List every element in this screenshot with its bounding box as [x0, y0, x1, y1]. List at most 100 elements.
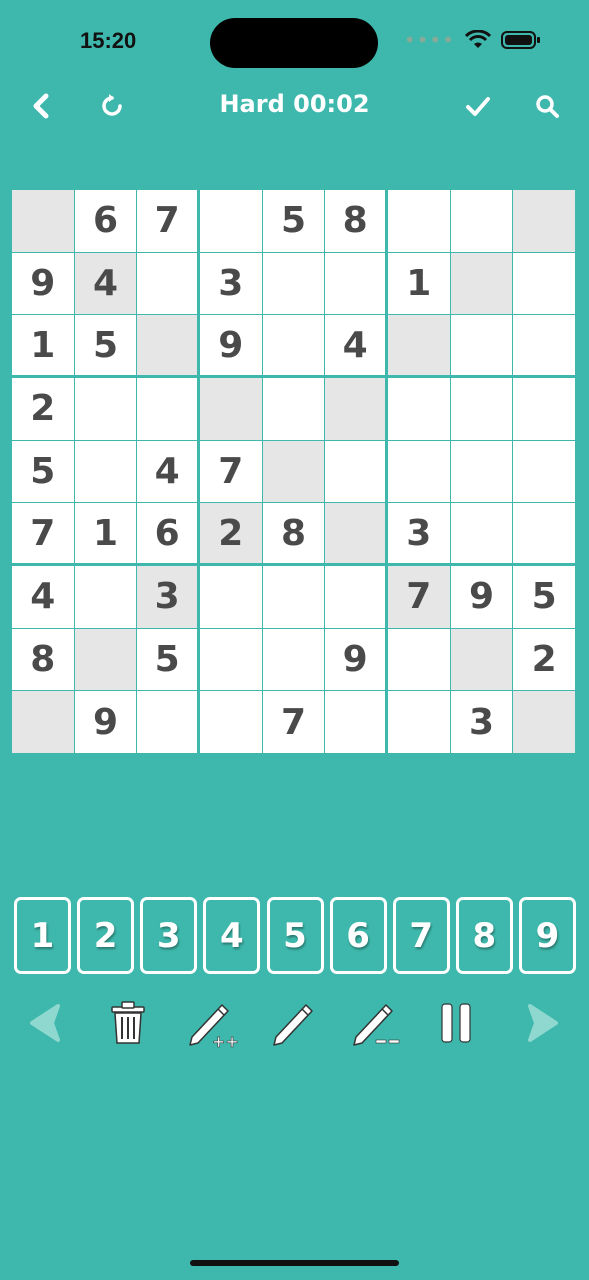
board-cell[interactable]: 4	[325, 315, 388, 378]
pause-button[interactable]	[426, 995, 486, 1051]
board-cell[interactable]	[450, 503, 514, 566]
number-key[interactable]: 1	[14, 897, 71, 974]
undo-button[interactable]	[20, 995, 80, 1051]
board-cell[interactable]	[200, 691, 263, 754]
board-cell[interactable]	[325, 252, 388, 316]
board-cell[interactable]: 9	[74, 691, 138, 754]
board-cell[interactable]	[325, 566, 388, 629]
board-cell[interactable]	[388, 628, 451, 692]
board-cell[interactable]	[325, 378, 388, 441]
signal-dots-icon: ••••	[403, 28, 455, 52]
board-cell[interactable]	[200, 566, 263, 629]
board-cell[interactable]	[74, 378, 138, 441]
board-cell[interactable]	[12, 691, 75, 754]
board-cell[interactable]: 8	[262, 503, 326, 566]
board-cell[interactable]: 3	[388, 503, 451, 566]
board-cell[interactable]	[450, 440, 514, 504]
board-cell[interactable]: 9	[12, 252, 75, 316]
board-cell[interactable]: 7	[12, 503, 75, 566]
number-key[interactable]: 6	[329, 897, 387, 974]
board-cell[interactable]	[513, 252, 576, 316]
board-cell[interactable]	[262, 315, 326, 378]
board-cell[interactable]	[450, 628, 514, 692]
board-cell[interactable]	[325, 503, 388, 566]
board-cell[interactable]	[513, 691, 576, 754]
board-cell[interactable]: 1	[74, 503, 138, 566]
number-key[interactable]: 5	[266, 897, 324, 974]
note-clear-button[interactable]	[346, 995, 406, 1051]
board-cell[interactable]: 7	[262, 691, 326, 754]
board-cell[interactable]	[388, 190, 451, 253]
board-cell[interactable]: 5	[137, 628, 200, 692]
board-cell[interactable]	[450, 315, 514, 378]
board-cell[interactable]	[513, 315, 576, 378]
board-cell[interactable]	[388, 315, 451, 378]
board-cell[interactable]	[325, 691, 388, 754]
board-cell[interactable]	[74, 628, 138, 692]
board-cell[interactable]	[262, 566, 326, 629]
board-cell[interactable]: 5	[262, 190, 326, 253]
board-cell[interactable]	[513, 503, 576, 566]
board-cell[interactable]: 4	[74, 252, 138, 316]
number-key[interactable]: 4	[203, 897, 261, 974]
board-cell[interactable]	[513, 378, 576, 441]
board-cell[interactable]	[450, 378, 514, 441]
board-cell[interactable]	[388, 691, 451, 754]
board-cell[interactable]	[137, 691, 200, 754]
board-cell[interactable]	[200, 378, 263, 441]
board-cell[interactable]: 2	[200, 503, 263, 566]
board-cell[interactable]	[262, 628, 326, 692]
board-cell[interactable]	[388, 440, 451, 504]
board-cell[interactable]: 6	[137, 503, 200, 566]
board-cell[interactable]	[137, 378, 200, 441]
board-cell[interactable]	[513, 440, 576, 504]
number-key[interactable]: 3	[140, 897, 198, 974]
board-cell[interactable]: 9	[450, 566, 514, 629]
board-cell[interactable]	[388, 378, 451, 441]
board-cell[interactable]	[200, 190, 263, 253]
board-cell[interactable]	[325, 440, 388, 504]
delete-button[interactable]	[98, 995, 158, 1051]
board-cell[interactable]: 4	[137, 440, 200, 504]
board-cell[interactable]: 2	[513, 628, 576, 692]
check-button[interactable]	[462, 90, 494, 122]
board-cell[interactable]	[262, 252, 326, 316]
board-cell[interactable]: 7	[200, 440, 263, 504]
board-cell[interactable]: 3	[137, 566, 200, 629]
board-cell[interactable]: 7	[137, 190, 200, 253]
board-cell[interactable]: 9	[200, 315, 263, 378]
board-cell[interactable]: 6	[74, 190, 138, 253]
board-cell[interactable]: 8	[12, 628, 75, 692]
note-add-button[interactable]: ++	[182, 995, 242, 1051]
board-cell[interactable]	[74, 566, 138, 629]
board-cell[interactable]: 1	[388, 252, 451, 316]
search-button[interactable]	[531, 90, 563, 122]
board-cell[interactable]	[74, 440, 138, 504]
board-cell[interactable]: 4	[12, 566, 75, 629]
board-cell[interactable]	[200, 628, 263, 692]
board-cell[interactable]: 2	[12, 378, 75, 441]
board-cell[interactable]	[12, 190, 75, 253]
number-key[interactable]: 9	[519, 897, 576, 974]
board-cell[interactable]	[450, 252, 514, 316]
note-button[interactable]	[264, 995, 324, 1051]
board-cell[interactable]	[137, 252, 200, 316]
redo-button[interactable]	[508, 995, 568, 1051]
board-cell[interactable]	[262, 378, 326, 441]
board-cell[interactable]: 5	[74, 315, 138, 378]
board-cell[interactable]: 3	[200, 252, 263, 316]
board-cell[interactable]: 8	[325, 190, 388, 253]
board-cell[interactable]: 1	[12, 315, 75, 378]
number-key[interactable]: 8	[455, 897, 513, 974]
board-cell[interactable]: 7	[388, 566, 451, 629]
board-cell[interactable]: 5	[513, 566, 576, 629]
number-key[interactable]: 2	[77, 897, 135, 974]
number-key[interactable]: 7	[392, 897, 450, 974]
board-cell[interactable]	[137, 315, 200, 378]
board-cell[interactable]: 5	[12, 440, 75, 504]
board-cell[interactable]: 9	[325, 628, 388, 692]
board-cell[interactable]: 3	[450, 691, 514, 754]
board-cell[interactable]	[450, 190, 514, 253]
board-cell[interactable]	[262, 440, 326, 504]
board-cell[interactable]	[513, 190, 576, 253]
